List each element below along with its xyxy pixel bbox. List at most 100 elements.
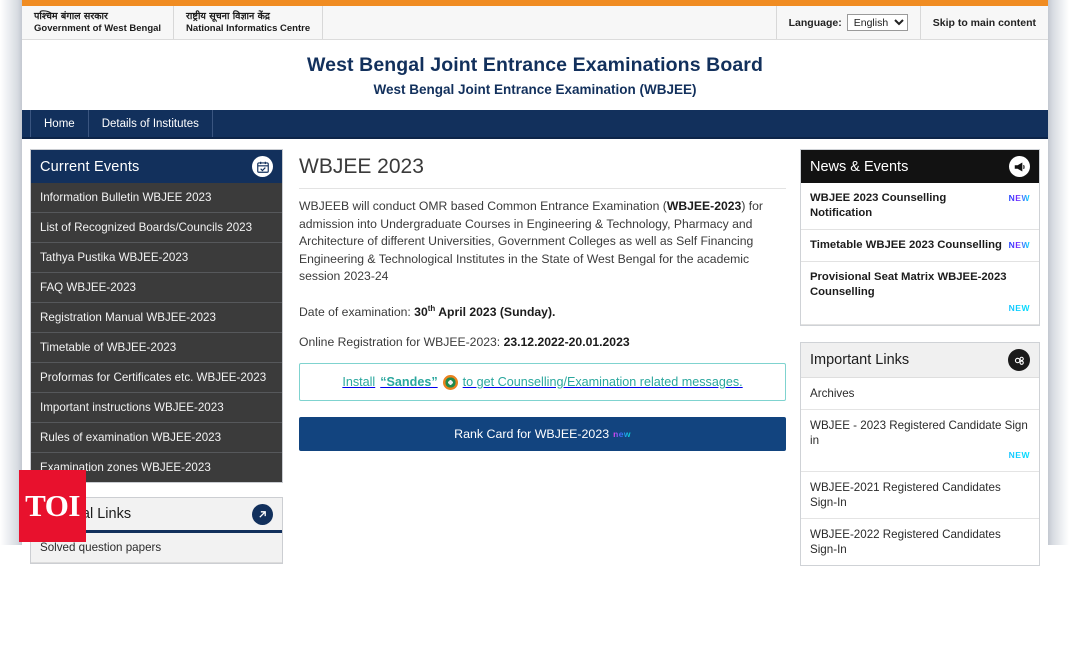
important-link[interactable]: WBJEE-2022 Registered Candidates Sign-In <box>801 519 1039 565</box>
list-item: NEW Timetable WBJEE 2023 Counselling <box>801 230 1039 262</box>
important-link-label: Archives <box>810 387 855 400</box>
exam-date-label: Date of examination: <box>299 305 415 320</box>
sandes-install-banner[interactable]: Install “Sandes” to get Counselling/Exam… <box>299 363 786 402</box>
nav-item-details-of-institutes[interactable]: Details of Institutes <box>89 110 213 137</box>
sandes-app-icon <box>442 374 458 390</box>
list-item: Rules of examination WBJEE-2023 <box>31 422 282 452</box>
main-navigation: Home Details of Institutes <box>22 110 1048 139</box>
sandes-app-name: “Sandes” <box>380 375 438 390</box>
site-title-block: West Bengal Joint Entrance Examinations … <box>22 40 1048 110</box>
main-content-card: WBJEE 2023 WBJEEB will conduct OMR based… <box>295 149 790 452</box>
link-chain-icon <box>1008 349 1030 371</box>
list-item: Proformas for Certificates etc. WBJEE-20… <box>31 362 282 392</box>
current-events-link[interactable]: Proformas for Certificates etc. WBJEE-20… <box>31 363 282 392</box>
current-events-link[interactable]: Registration Manual WBJEE-2023 <box>31 303 282 332</box>
registration-line: Online Registration for WBJEE-2023: 23.1… <box>299 334 786 352</box>
sandes-text-suffix: to get Counselling/Examination related m… <box>462 375 743 390</box>
current-events-panel: Current Events Information Bulletin WBJE… <box>30 149 283 483</box>
registration-value: 23.12.2022-20.01.2023 <box>503 334 630 349</box>
news-label: WBJEE 2023 Counselling Notification <box>810 192 947 219</box>
list-item: NEW WBJEE 2023 Counselling Notification <box>801 183 1039 230</box>
important-link-label: WBJEE-2021 Registered Candidates Sign-In <box>810 481 1001 509</box>
sandes-text-prefix: Install <box>342 375 376 390</box>
main-column: WBJEE 2023 WBJEEB will conduct OMR based… <box>295 149 790 647</box>
content-area: Current Events Information Bulletin WBJE… <box>22 139 1048 647</box>
left-column: Current Events Information Bulletin WBJE… <box>30 149 283 647</box>
important-link[interactable]: WBJEE - 2023 Registered Candidate Sign i… <box>801 410 1039 471</box>
page-root: पश्चिम बंगाल सरकार Government of West Be… <box>0 0 1069 647</box>
list-item: FAQ WBJEE-2023 <box>31 272 282 302</box>
news-label: Timetable WBJEE 2023 Counselling <box>810 239 1002 251</box>
list-item: WBJEE-2022 Registered Candidates Sign-In <box>801 519 1039 565</box>
calendar-icon <box>252 156 273 177</box>
list-item: WBJEE-2021 Registered Candidates Sign-In <box>801 472 1039 519</box>
important-links-list: Archives WBJEE - 2023 Registered Candida… <box>801 378 1039 565</box>
right-column: News & Events NEW WBJEE 2023 Counselling… <box>800 149 1040 647</box>
toi-watermark-logo: TOI <box>19 470 86 542</box>
intro-text-bold: WBJEE-2023 <box>666 199 742 213</box>
important-links-header: Important Links <box>801 343 1039 378</box>
list-item: Timetable of WBJEE-2023 <box>31 332 282 362</box>
news-and-events-panel: News & Events NEW WBJEE 2023 Counselling… <box>800 149 1040 326</box>
page-gutter-right <box>1048 0 1069 545</box>
current-events-list: Information Bulletin WBJEE 2023 List of … <box>31 183 282 482</box>
news-label: Provisional Seat Matrix WBJEE-2023 Couns… <box>810 271 1007 298</box>
new-badge-icon: new <box>613 429 631 440</box>
current-events-link[interactable]: Timetable of WBJEE-2023 <box>31 333 282 362</box>
important-link[interactable]: WBJEE-2021 Registered Candidates Sign-In <box>801 472 1039 518</box>
emblem-english-text: National Informatics Centre <box>186 22 311 34</box>
rank-card-button[interactable]: Rank Card for WBJEE-2023 new <box>299 417 786 452</box>
current-events-header: Current Events <box>31 150 282 183</box>
page-subtitle: West Bengal Joint Entrance Examination (… <box>373 82 697 97</box>
important-link-label: WBJEE - 2023 Registered Candidate Sign i… <box>810 419 1028 447</box>
list-item: Tathya Pustika WBJEE-2023 <box>31 242 282 272</box>
important-links-title: Important Links <box>810 352 910 368</box>
list-item: WBJEE - 2023 Registered Candidate Sign i… <box>801 410 1039 472</box>
new-badge-icon: NEW <box>1009 238 1030 253</box>
government-header-right: Language: English Skip to main content <box>775 6 1048 39</box>
news-link[interactable]: NEW Timetable WBJEE 2023 Counselling <box>801 230 1039 261</box>
current-events-link[interactable]: List of Recognized Boards/Councils 2023 <box>31 213 282 242</box>
rank-card-label: Rank Card for WBJEE-2023 <box>454 427 610 442</box>
nav-item-home[interactable]: Home <box>30 110 89 137</box>
current-events-link[interactable]: Information Bulletin WBJEE 2023 <box>31 183 282 212</box>
list-item: Registration Manual WBJEE-2023 <box>31 302 282 332</box>
exam-date-rest: April 2023 (Sunday). <box>435 305 556 320</box>
news-and-events-title: News & Events <box>810 158 909 175</box>
megaphone-icon <box>1009 156 1030 177</box>
important-links-panel: Important Links Archives WBJEE - 2023 Re… <box>800 342 1040 566</box>
skip-to-main-content-link[interactable]: Skip to main content <box>919 6 1048 39</box>
news-link[interactable]: Provisional Seat Matrix WBJEE-2023 Couns… <box>801 262 1039 324</box>
page-title: West Bengal Joint Entrance Examinations … <box>307 54 763 76</box>
emblem-nic: राष्ट्रीय सूचना विज्ञान केंद्र National … <box>174 6 324 39</box>
list-item: List of Recognized Boards/Councils 2023 <box>31 212 282 242</box>
page-gutter-left <box>0 0 22 545</box>
new-badge-icon: NEW <box>1009 191 1030 206</box>
list-item: Important instructions WBJEE-2023 <box>31 392 282 422</box>
news-and-events-header: News & Events <box>801 150 1039 183</box>
emblem-west-bengal: पश्चिम बंगाल सरकार Government of West Be… <box>22 6 175 39</box>
main-intro-paragraph: WBJEEB will conduct OMR based Common Ent… <box>299 198 786 286</box>
current-events-link[interactable]: Rules of examination WBJEE-2023 <box>31 423 282 452</box>
current-events-link[interactable]: FAQ WBJEE-2023 <box>31 273 282 302</box>
language-select[interactable]: English <box>846 14 908 31</box>
current-events-title: Current Events <box>40 158 140 175</box>
current-events-link[interactable]: Tathya Pustika WBJEE-2023 <box>31 243 282 272</box>
main-heading: WBJEE 2023 <box>299 155 786 189</box>
important-link[interactable]: Archives <box>801 378 1039 409</box>
exam-date-line: Date of examination: 30th April 2023 (Su… <box>299 300 786 322</box>
news-list: NEW WBJEE 2023 Counselling Notification … <box>801 183 1039 325</box>
language-selector-group: Language: English <box>775 6 920 39</box>
site-shell: पश्चिम बंगाल सरकार Government of West Be… <box>22 0 1048 647</box>
registration-label: Online Registration for WBJEE-2023: <box>299 334 504 349</box>
news-link[interactable]: NEW WBJEE 2023 Counselling Notification <box>801 183 1039 229</box>
important-link-label: WBJEE-2022 Registered Candidates Sign-In <box>810 528 1001 556</box>
language-label: Language: <box>788 16 842 29</box>
list-item: Provisional Seat Matrix WBJEE-2023 Couns… <box>801 262 1039 325</box>
new-badge-icon: NEW <box>810 448 1030 463</box>
list-item: Archives <box>801 378 1039 410</box>
toi-watermark-label: TOI <box>25 488 80 523</box>
exam-date-day: 30 <box>414 305 428 320</box>
new-badge-icon: NEW <box>816 301 1030 316</box>
current-events-link[interactable]: Important instructions WBJEE-2023 <box>31 393 282 422</box>
